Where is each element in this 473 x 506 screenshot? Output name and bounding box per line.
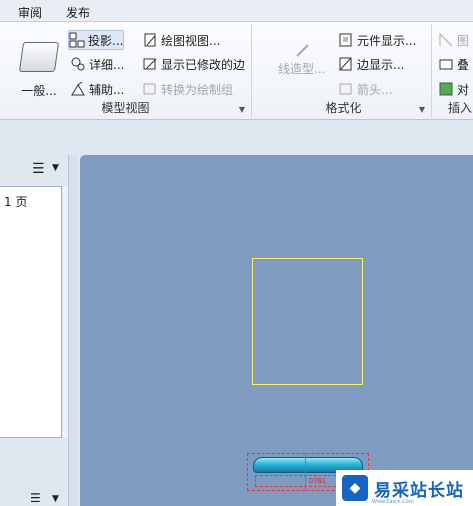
detailed-button[interactable]: 详细... bbox=[70, 54, 124, 74]
detailed-icon bbox=[70, 56, 86, 72]
watermark: ◆ 易采站长站 Www.Easck.Com bbox=[336, 470, 473, 506]
sheet-pane: ☰ ▼ 1 页 ☰ ▼ bbox=[0, 155, 78, 506]
toolbar-strip bbox=[0, 120, 473, 155]
chevron-down-icon-bottom[interactable]: ▼ bbox=[52, 494, 59, 504]
auxiliary-button[interactable]: 辅助... bbox=[70, 79, 124, 99]
ribbon: 一般... 投影... 详细... 辅助... 绘图视图... 显示已修改的边 … bbox=[0, 22, 473, 120]
model-views-launcher-icon[interactable]: ▼ bbox=[239, 105, 245, 114]
format-launcher-icon[interactable]: ▼ bbox=[419, 105, 425, 114]
list-icon-bottom[interactable]: ☰ bbox=[30, 491, 41, 505]
stack-icon bbox=[438, 56, 454, 72]
component-display-label: 元件显示... bbox=[357, 33, 417, 48]
insert-item-3-label: 对 bbox=[457, 82, 470, 97]
general-view-label: 一般... bbox=[21, 84, 57, 98]
sheet-list[interactable]: 1 页 bbox=[0, 186, 62, 438]
arrow-label: 箭头... bbox=[357, 82, 393, 97]
insert-item-1-label: 图 bbox=[457, 33, 470, 48]
insert-item-2[interactable]: 叠 bbox=[438, 54, 469, 74]
convert-to-draw-group-button[interactable]: 转换为绘制组 bbox=[142, 79, 233, 99]
projection-button[interactable]: 投影... bbox=[68, 30, 125, 50]
object-icon bbox=[438, 81, 454, 97]
edge-display-icon bbox=[338, 56, 354, 72]
drawing-view-icon bbox=[142, 32, 158, 48]
auxiliary-label: 辅助... bbox=[89, 82, 125, 97]
watermark-text: 易采站长站 bbox=[374, 480, 464, 501]
watermark-logo-icon: ◆ bbox=[342, 475, 368, 501]
dimension-label: D7N1 bbox=[309, 477, 326, 485]
detailed-label: 详细... bbox=[89, 57, 125, 72]
show-modified-edges-button[interactable]: 显示已修改的边 bbox=[142, 54, 245, 74]
insert-group: 图 叠 对 插入 bbox=[434, 24, 473, 118]
general-view-icon bbox=[18, 42, 60, 72]
drawing-canvas[interactable]: D7N1 bbox=[80, 155, 473, 506]
drawing-view-label: 绘图视图... bbox=[161, 33, 221, 48]
model-views-group-label: 模型视图 bbox=[101, 101, 150, 115]
line-style-icon bbox=[294, 42, 310, 58]
menu-bar: 审阅 发布 bbox=[0, 0, 473, 22]
line-style-button[interactable]: 线造型... bbox=[278, 42, 325, 86]
insert-item-2-label: 叠 bbox=[457, 57, 470, 72]
drawing-view-button[interactable]: 绘图视图... bbox=[142, 30, 220, 50]
menu-tab-review[interactable]: 审阅 bbox=[18, 4, 42, 21]
page-label: 1 页 bbox=[4, 195, 28, 209]
insert-group-label: 插入 bbox=[448, 101, 473, 115]
arrow-button[interactable]: 箭头... bbox=[338, 79, 392, 99]
format-group: 线造型... 元件显示... 边显示... 箭头... 格式化 ▼ bbox=[256, 24, 432, 118]
auxiliary-icon bbox=[70, 81, 86, 97]
list-icon[interactable]: ☰ bbox=[32, 161, 45, 177]
arrow-icon bbox=[338, 81, 354, 97]
projection-icon bbox=[69, 32, 85, 48]
menu-tab-publish[interactable]: 发布 bbox=[66, 4, 90, 21]
edge-display-label: 边显示... bbox=[357, 57, 405, 72]
component-display-icon bbox=[338, 32, 354, 48]
general-view-button[interactable]: 一般... bbox=[14, 42, 64, 98]
component-display-button[interactable]: 元件显示... bbox=[338, 30, 416, 50]
line-style-label: 线造型... bbox=[278, 62, 326, 76]
insert-item-1[interactable]: 图 bbox=[438, 30, 469, 50]
pane-splitter[interactable] bbox=[68, 155, 78, 506]
edge-display-button[interactable]: 边显示... bbox=[338, 54, 404, 74]
projection-label: 投影... bbox=[88, 33, 124, 48]
convert-label: 转换为绘制组 bbox=[161, 82, 234, 97]
chevron-down-icon[interactable]: ▼ bbox=[52, 163, 59, 173]
modified-edges-icon bbox=[142, 56, 158, 72]
drawing-view-frame[interactable] bbox=[252, 258, 363, 385]
model-views-group: 一般... 投影... 详细... 辅助... 绘图视图... 显示已修改的边 … bbox=[0, 24, 252, 118]
convert-icon bbox=[142, 81, 158, 97]
format-group-label: 格式化 bbox=[325, 101, 362, 115]
insert-item-3[interactable]: 对 bbox=[438, 79, 469, 99]
watermark-sub: Www.Easck.Com bbox=[372, 499, 414, 505]
show-modified-edges-label: 显示已修改的边 bbox=[161, 57, 246, 72]
chart-icon bbox=[438, 32, 454, 48]
